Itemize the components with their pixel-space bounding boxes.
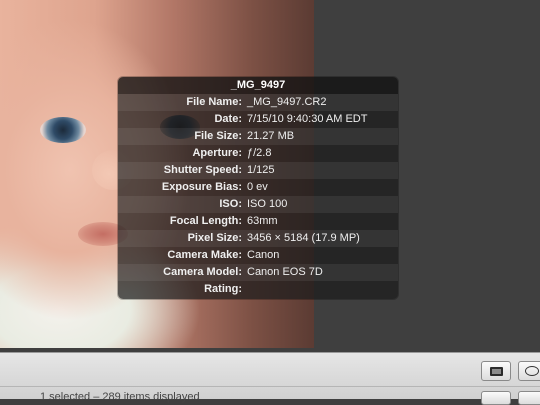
metadata-row: Shutter Speed: 1/125 <box>118 162 398 179</box>
metadata-value: ISO 100 <box>247 198 288 210</box>
metadata-label: File Name: <box>186 96 242 108</box>
metadata-value <box>247 281 398 298</box>
metadata-row: Pixel Size: 3456 × 5184 (17.9 MP) <box>118 230 398 247</box>
metadata-label: Pixel Size: <box>187 232 242 244</box>
viewer-icon <box>525 366 539 376</box>
metadata-label: Camera Model: <box>163 266 242 278</box>
metadata-label: Focal Length: <box>169 215 242 227</box>
metadata-row: ISO: ISO 100 <box>118 196 398 213</box>
metadata-row: Exposure Bias: 0 ev <box>118 179 398 196</box>
metadata-row: Camera Model: Canon EOS 7D <box>118 264 398 281</box>
metadata-title: _MG_9497 <box>118 77 398 94</box>
metadata-row: Focal Length: 63mm <box>118 213 398 230</box>
metadata-row: Rating: <box>118 281 398 298</box>
metadata-hud: _MG_9497 File Name: _MG_9497.CR2 Date: 7/15… <box>118 77 398 299</box>
metadata-row: Date: 7/15/10 9:40:30 AM EDT <box>118 111 398 128</box>
metadata-value: Canon EOS 7D <box>247 266 323 278</box>
metadata-label: ISO: <box>219 198 242 210</box>
metadata-value: Canon <box>247 249 280 261</box>
bottom-button-left[interactable] <box>481 391 511 405</box>
metadata-value: 0 ev <box>247 181 268 193</box>
metadata-row: Aperture: ƒ/2.8 <box>118 145 398 162</box>
metadata-value: 63mm <box>247 215 278 227</box>
filmstrip-button[interactable] <box>481 361 511 381</box>
metadata-value: 3456 × 5184 (17.9 MP) <box>247 232 360 244</box>
image-viewer: _MG_9497 File Name: _MG_9497.CR2 Date: 7/15… <box>0 0 540 352</box>
filmstrip-icon <box>490 367 503 376</box>
metadata-label: Camera Make: <box>167 249 242 261</box>
metadata-label: Rating: <box>204 283 242 295</box>
metadata-value: 7/15/10 9:40:30 AM EDT <box>247 113 368 125</box>
bottom-button-right[interactable] <box>518 391 540 405</box>
metadata-label: Exposure Bias: <box>161 181 242 193</box>
metadata-value: _MG_9497.CR2 <box>247 96 327 108</box>
metadata-label: Shutter Speed: <box>163 164 242 176</box>
metadata-label: File Size: <box>194 130 242 142</box>
photo-detail <box>40 117 86 143</box>
metadata-value: 1/125 <box>247 164 275 176</box>
metadata-row: File Size: 21.27 MB <box>118 128 398 145</box>
metadata-label: Date: <box>214 113 242 125</box>
metadata-row: File Name: _MG_9497.CR2 <box>118 94 398 111</box>
metadata-label: Aperture: <box>192 147 242 159</box>
selection-status: 1 selected – 289 items displayed <box>40 391 200 403</box>
metadata-value: ƒ/2.8 <box>247 147 272 159</box>
toolbar-divider <box>0 386 540 387</box>
metadata-row: Camera Make: Canon <box>118 247 398 264</box>
metadata-value: 21.27 MB <box>247 130 295 142</box>
viewer-button[interactable] <box>518 361 540 381</box>
bottom-toolbar: 1 selected – 289 items displayed <box>0 352 540 405</box>
